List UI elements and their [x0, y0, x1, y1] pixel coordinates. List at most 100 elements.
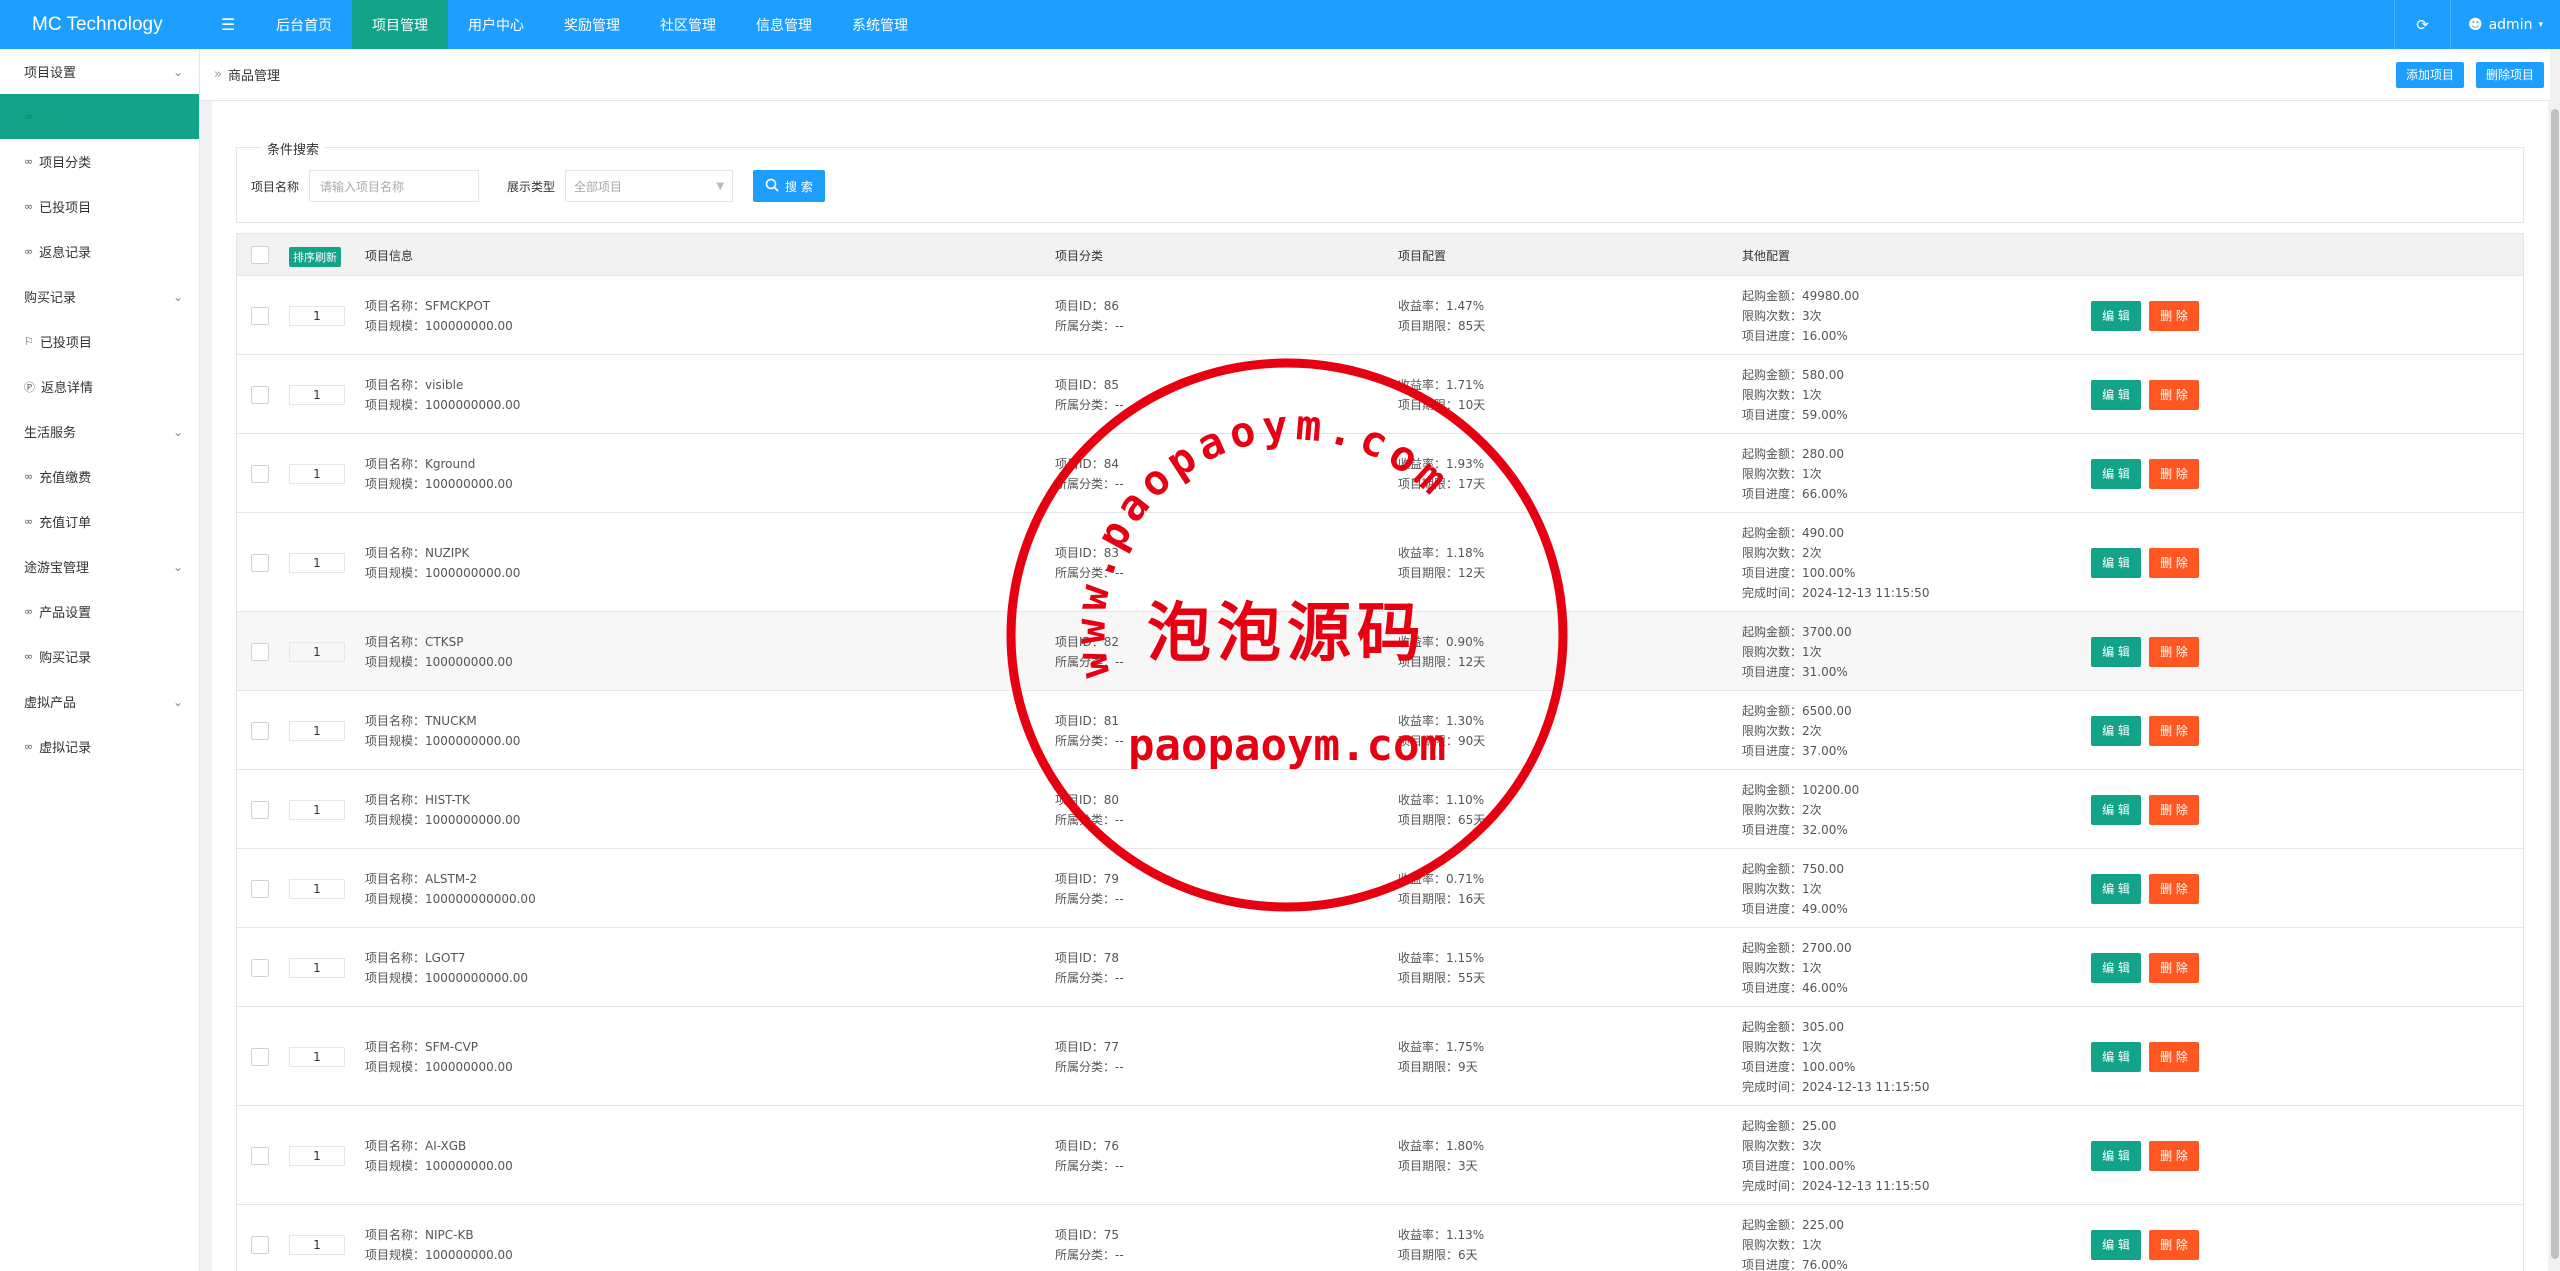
sidebar-group[interactable]: 虚拟产品 ⌄: [0, 679, 199, 724]
sidebar-item[interactable]: ⚐ 已投项目: [0, 319, 199, 364]
delete-button[interactable]: 删 除: [2149, 1140, 2199, 1171]
edit-button[interactable]: 编 辑: [2091, 794, 2141, 825]
hamburger-icon[interactable]: ☰: [200, 0, 256, 49]
edit-button[interactable]: 编 辑: [2091, 547, 2141, 578]
edit-button[interactable]: 编 辑: [2091, 300, 2141, 331]
user-menu[interactable]: ☻ admin ▾: [2450, 0, 2560, 49]
row-checkbox[interactable]: [251, 1047, 269, 1066]
add-project-button[interactable]: 添加项目: [2395, 61, 2464, 88]
sidebar-group[interactable]: 购买记录 ⌄: [0, 274, 199, 319]
table-row: 1 项目名称：AI-XGB 项目规模：100000000.00 项目ID：76 所属分类…: [237, 1106, 2523, 1205]
edit-button[interactable]: 编 辑: [2091, 379, 2141, 410]
edit-button[interactable]: 编 辑: [2091, 636, 2141, 667]
sort-order-input[interactable]: 1: [289, 384, 345, 405]
other-config-line: 限购次数：1次: [1742, 387, 1822, 402]
delete-button[interactable]: 删 除: [2149, 636, 2199, 667]
nav-item[interactable]: 项目管理: [352, 0, 448, 49]
sort-order-input[interactable]: 1: [289, 720, 345, 741]
sort-order-input[interactable]: 1: [289, 1234, 345, 1255]
project-name-input[interactable]: 请输入项目名称: [309, 170, 480, 202]
delete-button[interactable]: 删 除: [2149, 1229, 2199, 1260]
project-category-name: 所属分类：--: [1055, 1247, 1124, 1262]
sidebar-item[interactable]: ∞ 充值订单: [0, 499, 199, 544]
edit-button[interactable]: 编 辑: [2091, 952, 2141, 983]
sidebar-item[interactable]: ∞ 虚拟记录: [0, 724, 199, 769]
nav-item[interactable]: 社区管理: [640, 0, 736, 49]
edit-button[interactable]: 编 辑: [2091, 1041, 2141, 1072]
scrollbar-thumb[interactable]: [2551, 109, 2559, 1259]
nav-item[interactable]: 奖励管理: [544, 0, 640, 49]
row-checkbox[interactable]: [251, 1235, 269, 1254]
nav-item[interactable]: 用户中心: [448, 0, 544, 49]
display-type-select[interactable]: 全部项目 ▼: [565, 170, 734, 202]
row-checkbox[interactable]: [251, 958, 269, 977]
edit-button[interactable]: 编 辑: [2091, 715, 2141, 746]
brand-logo[interactable]: MC Technology: [0, 0, 200, 49]
sidebar-group[interactable]: 途游宝管理 ⌄: [0, 544, 199, 589]
sort-order-input[interactable]: 1: [289, 641, 345, 662]
project-category: 项目ID：77 所属分类：--: [1055, 1037, 1124, 1077]
sidebar-item-label: 充值订单: [39, 516, 92, 531]
sort-refresh-button[interactable]: 排序刷新: [289, 247, 341, 267]
sort-order-input[interactable]: 1: [289, 957, 345, 978]
search-button[interactable]: 搜 索: [753, 170, 825, 202]
sort-order-input[interactable]: 1: [289, 1046, 345, 1067]
search-button-label: 搜 索: [785, 179, 813, 194]
table-row: 1 项目名称：LGOT7 项目规模：10000000000.00 项目ID：78 所属分…: [237, 928, 2523, 1007]
sidebar-item[interactable]: ∞ 产品设置: [0, 589, 199, 634]
row-checkbox[interactable]: [251, 800, 269, 819]
project-category-name: 所属分类：--: [1055, 733, 1124, 748]
nav-item[interactable]: 信息管理: [736, 0, 832, 49]
delete-button[interactable]: 删 除: [2149, 1041, 2199, 1072]
project-id: 项目ID：84: [1055, 456, 1120, 471]
project-rate: 收益率：1.18%: [1398, 545, 1485, 560]
edit-button[interactable]: 编 辑: [2091, 1229, 2141, 1260]
project-config: 收益率：1.30% 项目期限：90天: [1398, 711, 1485, 751]
sidebar-item[interactable]: ∞ 购买记录: [0, 634, 199, 679]
other-config: 起购金额：2700.00 限购次数：1次 项目进度：46.00%: [1742, 938, 1852, 998]
row-checkbox[interactable]: [251, 306, 269, 325]
sidebar-item[interactable]: ∞ 项目分类: [0, 139, 199, 184]
scrollbar[interactable]: [2550, 49, 2560, 1271]
breadcrumb-current[interactable]: 商品管理: [228, 65, 280, 84]
sidebar-item[interactable]: Ⓟ 返息详情: [0, 364, 199, 409]
row-checkbox[interactable]: [251, 385, 269, 404]
select-all-checkbox[interactable]: [251, 246, 269, 264]
delete-button[interactable]: 删 除: [2149, 547, 2199, 578]
nav-item[interactable]: 后台首页: [256, 0, 352, 49]
sort-order-input[interactable]: 1: [289, 799, 345, 820]
delete-button[interactable]: 删 除: [2149, 715, 2199, 746]
project-scale: 项目规模：100000000.00: [365, 476, 513, 491]
delete-button[interactable]: 删 除: [2149, 458, 2199, 489]
sidebar-item[interactable]: ∞ 已投项目: [0, 184, 199, 229]
sort-order-input[interactable]: 1: [289, 878, 345, 899]
sidebar-item[interactable]: ∞ 充值缴费: [0, 454, 199, 499]
row-checkbox[interactable]: [251, 1146, 269, 1165]
sidebar-item[interactable]: ∞ 项目列表: [0, 94, 199, 139]
refresh-icon[interactable]: ⟳: [2394, 0, 2450, 49]
row-checkbox[interactable]: [251, 879, 269, 898]
delete-button[interactable]: 删 除: [2149, 794, 2199, 825]
row-checkbox[interactable]: [251, 721, 269, 740]
edit-button[interactable]: 编 辑: [2091, 873, 2141, 904]
edit-button[interactable]: 编 辑: [2091, 458, 2141, 489]
sort-order-input[interactable]: 1: [289, 305, 345, 326]
row-checkbox[interactable]: [251, 464, 269, 483]
edit-button[interactable]: 编 辑: [2091, 1140, 2141, 1171]
delete-button[interactable]: 删 除: [2149, 379, 2199, 410]
delete-button[interactable]: 删 除: [2149, 300, 2199, 331]
sidebar-item[interactable]: ∞ 返息记录: [0, 229, 199, 274]
sort-order-input[interactable]: 1: [289, 463, 345, 484]
row-checkbox[interactable]: [251, 642, 269, 661]
sidebar-group[interactable]: 生活服务 ⌄: [0, 409, 199, 454]
table-row: 1 项目名称：Kground 项目规模：100000000.00 项目ID：84 所属分…: [237, 434, 2523, 513]
sort-order-input[interactable]: 1: [289, 552, 345, 573]
sidebar-group[interactable]: 项目设置 ⌄: [0, 49, 199, 94]
delete-button[interactable]: 删 除: [2149, 952, 2199, 983]
delete-button[interactable]: 删 除: [2149, 873, 2199, 904]
nav-item[interactable]: 系统管理: [832, 0, 928, 49]
delete-project-button[interactable]: 删除项目: [2475, 61, 2544, 88]
sort-order-input[interactable]: 1: [289, 1145, 345, 1166]
row-checkbox[interactable]: [251, 553, 269, 572]
sidebar-group-title: 途游宝管理: [24, 561, 90, 576]
